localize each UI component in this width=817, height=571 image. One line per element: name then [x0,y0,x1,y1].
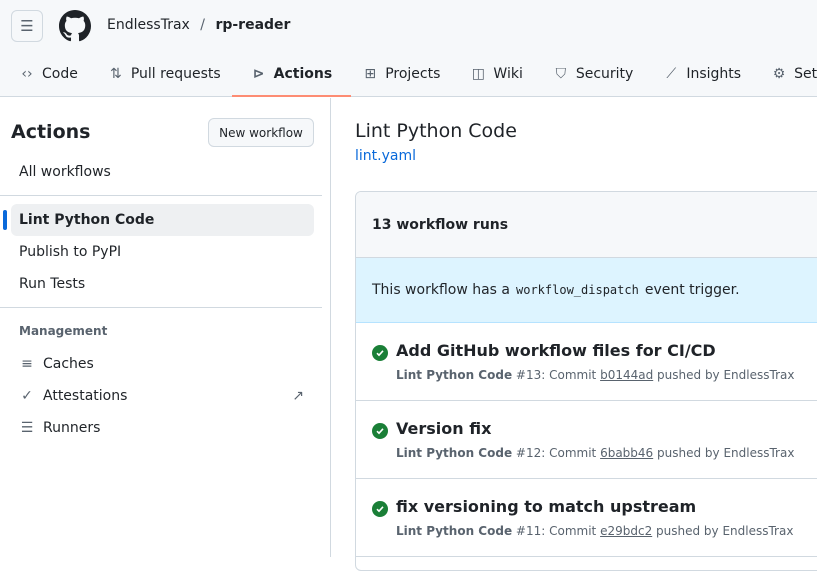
run-title[interactable]: Add GitHub workflow files for CI/CD [396,341,716,360]
tab-insights[interactable]: ⟋ Insights [644,62,752,86]
tab-wiki[interactable]: ◫ Wiki [451,62,533,86]
commit-label: : Commit [541,524,597,538]
run-meta: Lint Python Code #13: Commit b0144ad pus… [396,368,794,382]
workflow-file-link[interactable]: lint.yaml [355,148,416,164]
tab-pull-requests[interactable]: ⇅ Pull requests [89,62,232,86]
run-title[interactable]: fix versioning to match upstream [396,497,696,516]
actions-sidebar: Actions New workflow All workflows Lint … [0,98,331,557]
banner-code: workflow_dispatch [516,283,639,297]
book-icon: ◫ [471,66,486,82]
banner-text: This workflow has a [372,282,510,298]
label: Caches [43,356,94,372]
divider [0,195,322,196]
dispatch-banner: This workflow has a workflow_dispatch even… [356,258,817,323]
tab-code[interactable]: ‹› Code [0,62,89,86]
verified-icon: ✓ [21,388,33,404]
sidebar-item-runners[interactable]: ☰ Runners [11,412,314,444]
workflow-runs-list: 13 workflow runs This workflow has a work… [355,191,817,571]
graph-icon: ⟋ [666,66,677,82]
sidebar-item-caches[interactable]: ≡ Caches [11,348,314,380]
repo-header: ☰ EndlessTrax / rp-reader ‹› Code ⇅ Pull r… [0,0,817,97]
commit-link[interactable]: b0144ad [600,368,653,382]
tab-actions[interactable]: ⊳ Actions [231,62,351,97]
banner-text: event trigger. [644,282,740,298]
gear-icon: ⚙ [772,66,786,82]
table-icon: ⊞ [364,66,377,82]
tab-label: Pull requests [130,66,221,82]
check-circle-icon [372,501,388,517]
tab-label: Wiki [493,66,523,82]
server-icon: ☰ [20,420,34,436]
management-heading: Management [19,324,108,338]
code-icon: ‹› [21,66,33,82]
runs-count: 13 workflow runs [356,192,817,258]
commit-label: : Commit [541,368,597,382]
sidebar-item-lint-python-code[interactable]: Lint Python Code [3,204,314,236]
github-logo-icon[interactable] [59,10,91,42]
workflow-run-row[interactable]: Add GitHub workflow files for CI/CD Lint… [356,323,817,401]
tab-label: Security [575,66,634,82]
commit-link[interactable]: 6babb46 [600,446,653,460]
breadcrumb: EndlessTrax / rp-reader [107,17,290,33]
tab-label: Actions [273,66,333,82]
tab-projects[interactable]: ⊞ Projects [343,62,451,86]
tab-security[interactable]: ⛉ Security [534,62,645,86]
run-actor: pushed by EndlessTrax [657,446,795,460]
label: Attestations [43,388,128,404]
sidebar-title: Actions [11,121,91,143]
owner-link[interactable]: EndlessTrax [107,17,190,33]
run-actor: pushed by EndlessTrax [656,524,794,538]
run-number: #11 [515,524,542,538]
workflow-run-row[interactable]: fix versioning to match upstream Lint Py… [356,479,817,557]
sidebar-item-attestations[interactable]: ✓ Attestations ↗ [11,380,314,412]
tab-settings[interactable]: ⚙ Settings [752,62,817,86]
repo-tabs: ‹› Code ⇅ Pull requests ⊳ Actions ⊞ Projects… [0,62,817,97]
repo-link[interactable]: rp-reader [215,17,290,33]
label: Runners [43,420,101,436]
run-workflow: Lint Python Code [396,446,513,460]
sidebar-item-publish-to-pypi[interactable]: Publish to PyPI [11,236,314,268]
workflow-run-row[interactable]: Version fix Lint Python Code #12: Commit… [356,401,817,479]
git-pull-request-icon: ⇅ [109,66,122,82]
new-workflow-button[interactable]: New workflow [208,118,314,147]
shield-icon: ⛉ [555,66,567,82]
run-number: #12 [515,446,542,460]
run-meta: Lint Python Code #11: Commit e29bdc2 pus… [396,524,793,538]
hamburger-icon: ☰ [20,17,34,35]
workflow-title: Lint Python Code [355,120,517,142]
run-title[interactable]: Version fix [396,419,491,438]
sidebar-item-all-workflows[interactable]: All workflows [11,156,314,188]
run-number: #13 [515,368,542,382]
breadcrumb-separator: / [200,17,205,33]
run-actor: pushed by EndlessTrax [657,368,795,382]
tab-label: Insights [686,66,742,82]
run-meta: Lint Python Code #12: Commit 6babb46 pus… [396,446,794,460]
external-link-icon: ↗ [292,388,304,404]
sidebar-item-run-tests[interactable]: Run Tests [11,268,314,300]
tab-label: Settings [794,66,817,82]
commit-link[interactable]: e29bdc2 [600,524,652,538]
run-workflow: Lint Python Code [396,524,513,538]
run-workflow: Lint Python Code [396,368,513,382]
check-circle-icon [372,345,388,361]
tab-label: Projects [385,66,441,82]
tab-label: Code [42,66,78,82]
menu-button[interactable]: ☰ [11,10,43,42]
cache-icon: ≡ [21,356,33,372]
check-circle-icon [372,423,388,439]
divider [0,307,322,308]
play-icon: ⊳ [252,66,265,82]
commit-label: : Commit [541,446,597,460]
